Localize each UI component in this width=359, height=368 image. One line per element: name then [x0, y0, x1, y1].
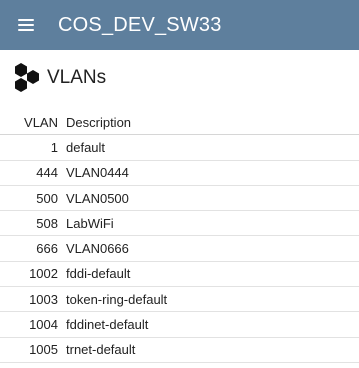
- vlan-description: VLAN0500: [66, 190, 129, 206]
- vlan-description: token-ring-default: [66, 291, 168, 307]
- hexagon-cluster-icon: [15, 63, 39, 92]
- menu-button[interactable]: [2, 0, 50, 50]
- vlan-description: VLAN0666: [66, 241, 129, 257]
- vlan-description: fddi-default: [66, 266, 131, 282]
- app-title: COS_DEV_SW33: [58, 13, 222, 36]
- vlan-description: default: [66, 139, 106, 155]
- vlan-description: LabWiFi: [66, 215, 114, 231]
- section-title: VLANs: [47, 67, 107, 88]
- table-header-row: VLAN Description: [0, 110, 359, 136]
- vlan-description: trnet-default: [66, 342, 136, 358]
- vlan-id: 1004: [29, 317, 58, 333]
- table-row[interactable]: 1004 fddinet-default: [0, 312, 359, 338]
- table-row[interactable]: 1005 trnet-default: [0, 338, 359, 363]
- vlan-id: 1003: [29, 291, 58, 307]
- table-row[interactable]: 1003 token-ring-default: [0, 287, 359, 313]
- table-row[interactable]: 1 default: [0, 135, 359, 161]
- table-row[interactable]: 666 VLAN0666: [0, 236, 359, 262]
- vlan-id: 1005: [29, 342, 58, 358]
- vlan-description: VLAN0444: [66, 165, 129, 181]
- table-row[interactable]: 444 VLAN0444: [0, 161, 359, 186]
- vlan-id: 444: [36, 165, 58, 181]
- vlan-id: 1002: [29, 266, 58, 282]
- column-header-vlan: VLAN: [24, 114, 58, 130]
- vlan-id: 500: [36, 190, 58, 206]
- section-header: VLANs: [0, 58, 359, 98]
- vlan-id: 1: [50, 139, 58, 155]
- app-bar: COS_DEV_SW33: [0, 0, 359, 50]
- table-row[interactable]: 500 VLAN0500: [0, 186, 359, 212]
- vlan-description: fddinet-default: [66, 317, 149, 333]
- table-row[interactable]: 508 LabWiFi: [0, 211, 359, 237]
- vlan-id: 666: [36, 241, 58, 257]
- hamburger-menu-icon: [18, 19, 34, 31]
- column-header-description: Description: [66, 114, 132, 130]
- table-row[interactable]: 1002 fddi-default: [0, 262, 359, 288]
- vlan-table: VLAN Description 1 default 444 VLAN0444 …: [0, 110, 359, 363]
- vlan-id: 508: [36, 215, 58, 231]
